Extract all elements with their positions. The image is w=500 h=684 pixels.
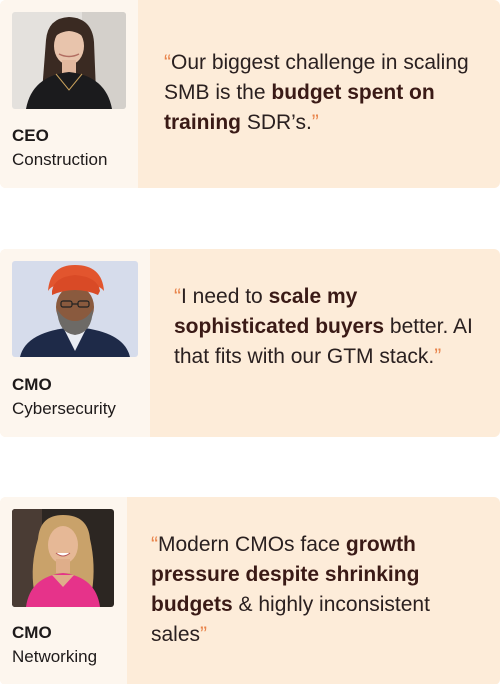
persona-role: CMO — [12, 375, 52, 394]
persona-panel: CMO Cybersecurity — [0, 249, 150, 437]
quote-part: SDR’s. — [241, 111, 312, 134]
close-quote-mark: ” — [434, 345, 442, 368]
testimonial-card: CMO Networking “Modern CMOs face growth … — [0, 497, 500, 684]
quote-part: Modern CMOs face — [158, 533, 346, 556]
quote-text: “Our biggest challenge in scaling SMB is… — [164, 48, 484, 138]
persona-text: CMO Networking — [12, 621, 97, 669]
portrait-image — [12, 261, 138, 357]
avatar — [12, 261, 138, 357]
avatar — [12, 509, 114, 607]
close-quote-mark: ” — [311, 111, 319, 134]
persona-industry: Construction — [12, 150, 108, 169]
persona-industry: Networking — [12, 647, 98, 666]
testimonials-page: CEO Construction “Our biggest challenge … — [0, 0, 500, 684]
quote-panel: “I need to scale my sophisticated buyers… — [150, 249, 500, 437]
quote-text: “Modern CMOs face growth pressure despit… — [151, 530, 481, 650]
testimonial-card: CEO Construction “Our biggest challenge … — [0, 0, 500, 188]
persona-role: CMO — [12, 623, 52, 642]
quote-panel: “Modern CMOs face growth pressure despit… — [127, 497, 500, 684]
quote-panel: “Our biggest challenge in scaling SMB is… — [138, 0, 500, 188]
persona-panel: CEO Construction — [0, 0, 138, 188]
persona-text: CMO Cybersecurity — [12, 373, 116, 421]
portrait-image — [12, 12, 126, 109]
persona-role: CEO — [12, 126, 49, 145]
persona-text: CEO Construction — [12, 124, 107, 172]
portrait-image — [12, 509, 114, 607]
avatar — [12, 12, 126, 109]
open-quote-mark: “ — [174, 285, 181, 308]
open-quote-mark: “ — [151, 533, 158, 556]
testimonial-card: CMO Cybersecurity “I need to scale my so… — [0, 249, 500, 437]
open-quote-mark: “ — [164, 51, 171, 74]
quote-part: I need to — [181, 285, 269, 308]
close-quote-mark: ” — [200, 623, 208, 646]
persona-industry: Cybersecurity — [12, 399, 116, 418]
persona-panel: CMO Networking — [0, 497, 127, 684]
quote-text: “I need to scale my sophisticated buyers… — [174, 282, 494, 372]
